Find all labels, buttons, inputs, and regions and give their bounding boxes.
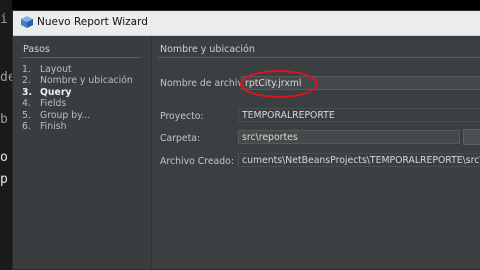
step-query: 3. Query bbox=[22, 86, 72, 98]
browse-folder-button[interactable] bbox=[463, 129, 480, 145]
editor-fragment: p bbox=[0, 172, 8, 187]
file-name-label: Nombre de archivo: bbox=[160, 78, 252, 89]
steps-panel: Pasos 1. Layout 2. Nombre y ubicación 3. Qu… bbox=[13, 36, 152, 269]
project-label: Proyecto: bbox=[160, 111, 204, 122]
step-fields: 4. Fields bbox=[22, 98, 67, 110]
netbeans-cube-icon bbox=[21, 16, 33, 28]
step-name-location: 2. Nombre y ubicación bbox=[22, 75, 133, 87]
step-group-by: 5. Group by... bbox=[22, 109, 91, 121]
created-file-label: Archivo Creado: bbox=[160, 156, 234, 167]
name-location-panel: Nombre y ubicación Nombre de archivo: rp… bbox=[152, 36, 480, 269]
divider bbox=[21, 57, 141, 58]
editor-background: i de b o p bbox=[0, 0, 16, 270]
folder-label: Carpeta: bbox=[160, 133, 201, 144]
folder-input[interactable]: src\reportes bbox=[238, 130, 460, 144]
file-name-input[interactable]: rptCity.jrxml bbox=[241, 76, 480, 90]
title-bar[interactable]: Nuevo Report Wizard bbox=[13, 11, 480, 36]
window-title: Nuevo Report Wizard bbox=[37, 16, 148, 28]
editor-fragment: b bbox=[0, 112, 8, 127]
project-field: TEMPORALREPORTE bbox=[238, 108, 480, 122]
panel-heading: Nombre y ubicación bbox=[160, 44, 255, 55]
report-wizard-dialog: Nuevo Report Wizard Pasos 1. Layout 2. Nom… bbox=[12, 10, 480, 270]
steps-list: 1. Layout 2. Nombre y ubicación 3. Query 4.… bbox=[22, 64, 133, 132]
created-file-field: cuments\NetBeansProjects\TEMPORALREPORTE… bbox=[238, 153, 480, 167]
divider bbox=[158, 57, 480, 58]
editor-fragment: i bbox=[0, 12, 8, 27]
step-finish: 6. Finish bbox=[22, 121, 67, 133]
steps-heading: Pasos bbox=[23, 44, 50, 55]
step-layout: 1. Layout bbox=[22, 64, 72, 75]
editor-fragment: o bbox=[0, 150, 8, 165]
